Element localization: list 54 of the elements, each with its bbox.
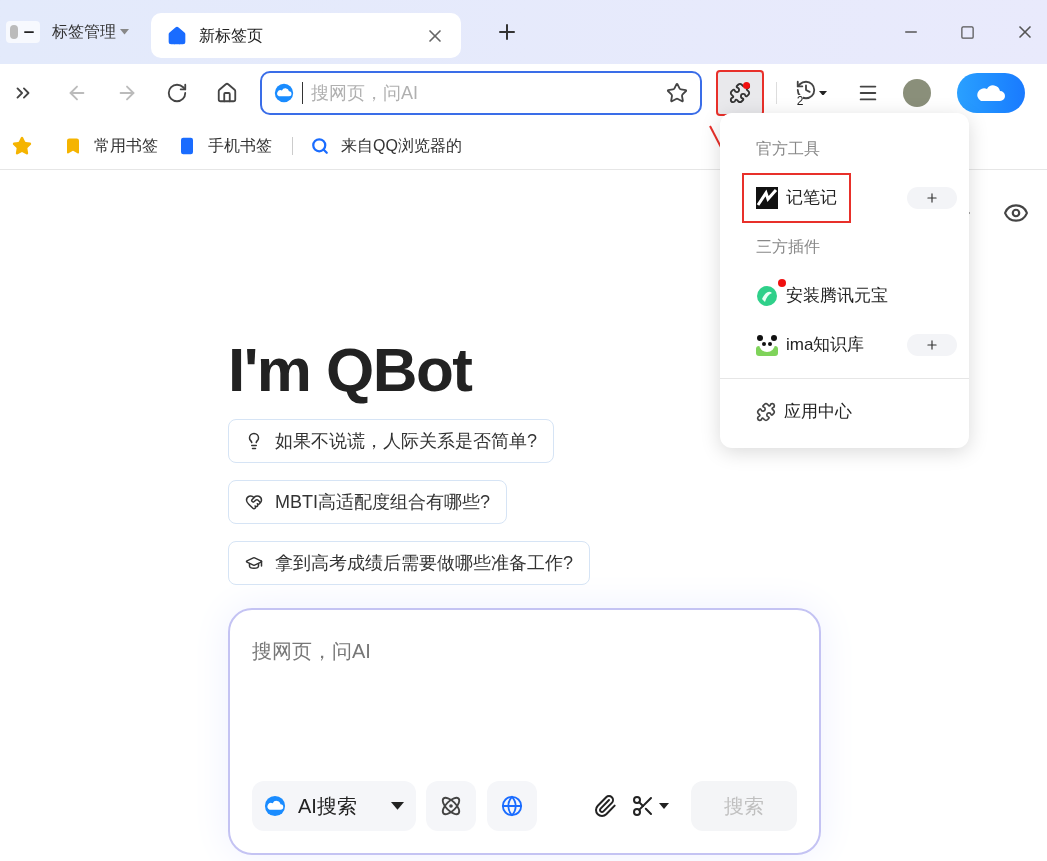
home-icon[interactable] bbox=[216, 82, 238, 104]
graduation-cap-icon bbox=[245, 554, 263, 572]
panda-logo-icon bbox=[756, 333, 778, 356]
plus-icon bbox=[925, 337, 939, 352]
extension-item[interactable]: 安装腾讯元宝 bbox=[742, 270, 902, 321]
pin-button[interactable] bbox=[907, 186, 957, 209]
menu-section-heading: 三方插件 bbox=[756, 236, 820, 257]
caret-icon[interactable] bbox=[659, 803, 669, 809]
home-tab-icon bbox=[167, 25, 187, 46]
menu-section-heading: 官方工具 bbox=[756, 138, 820, 159]
pin-button[interactable] bbox=[907, 333, 957, 356]
address-placeholder: 搜网页，问AI bbox=[311, 81, 419, 105]
cloud-button[interactable] bbox=[957, 73, 1025, 113]
bookmark-icon bbox=[64, 136, 82, 155]
chat-placeholder: 搜网页，问AI bbox=[252, 639, 372, 664]
mode-dropdown[interactable]: AI搜索 bbox=[252, 781, 416, 831]
web-search-toggle[interactable] bbox=[487, 781, 537, 831]
tab-manager-button[interactable]: 标签管理 bbox=[52, 20, 129, 44]
cloud-logo-icon bbox=[264, 795, 286, 817]
tab-title: 新标签页 bbox=[199, 25, 264, 46]
bookmark-folder[interactable]: 常用书签 bbox=[64, 133, 158, 158]
yuanbao-logo-icon bbox=[756, 284, 778, 307]
atom-icon bbox=[440, 795, 462, 817]
suggestion-chip[interactable]: 如果不说谎，人际关系是否简单? bbox=[228, 419, 554, 463]
maximize-icon[interactable] bbox=[960, 24, 975, 40]
avatar[interactable] bbox=[903, 79, 931, 107]
paperclip-icon[interactable] bbox=[593, 794, 617, 818]
caret-icon[interactable] bbox=[391, 802, 404, 810]
browser-tab[interactable]: 新标签页 bbox=[151, 13, 461, 58]
scissors-icon[interactable] bbox=[631, 794, 655, 818]
suggestion-chip[interactable]: MBTI高适配度组合有哪些? bbox=[228, 480, 507, 524]
reload-icon[interactable] bbox=[166, 82, 188, 104]
caret-icon[interactable] bbox=[819, 90, 827, 96]
bookmark-link[interactable]: 来自QQ浏览器的 bbox=[341, 133, 462, 158]
app-center-item[interactable]: 应用中心 bbox=[742, 392, 947, 432]
bookmark-link[interactable]: 手机书签 bbox=[208, 133, 272, 158]
globe-icon bbox=[501, 795, 523, 817]
puzzle-icon bbox=[756, 402, 776, 422]
cloud-logo-icon bbox=[274, 83, 294, 103]
extension-item[interactable]: 记笔记 bbox=[742, 172, 851, 223]
sidebar-toggle-icon[interactable] bbox=[6, 21, 40, 43]
plus-icon bbox=[925, 190, 939, 205]
extensions-button[interactable] bbox=[716, 70, 764, 116]
suggestion-chip[interactable]: 拿到高考成绩后需要做哪些准备工作? bbox=[228, 541, 590, 585]
puzzle-icon bbox=[729, 82, 751, 104]
cloud-icon bbox=[977, 83, 1005, 103]
search-icon bbox=[311, 136, 329, 155]
notes-logo-icon bbox=[756, 186, 778, 209]
deep-think-button[interactable] bbox=[426, 781, 476, 831]
extension-item[interactable]: ima知识库 bbox=[742, 319, 879, 370]
star-icon bbox=[12, 135, 32, 156]
add-bookmark-icon[interactable] bbox=[666, 82, 688, 104]
history-count: 2 bbox=[796, 95, 804, 107]
phone-icon bbox=[178, 136, 196, 155]
